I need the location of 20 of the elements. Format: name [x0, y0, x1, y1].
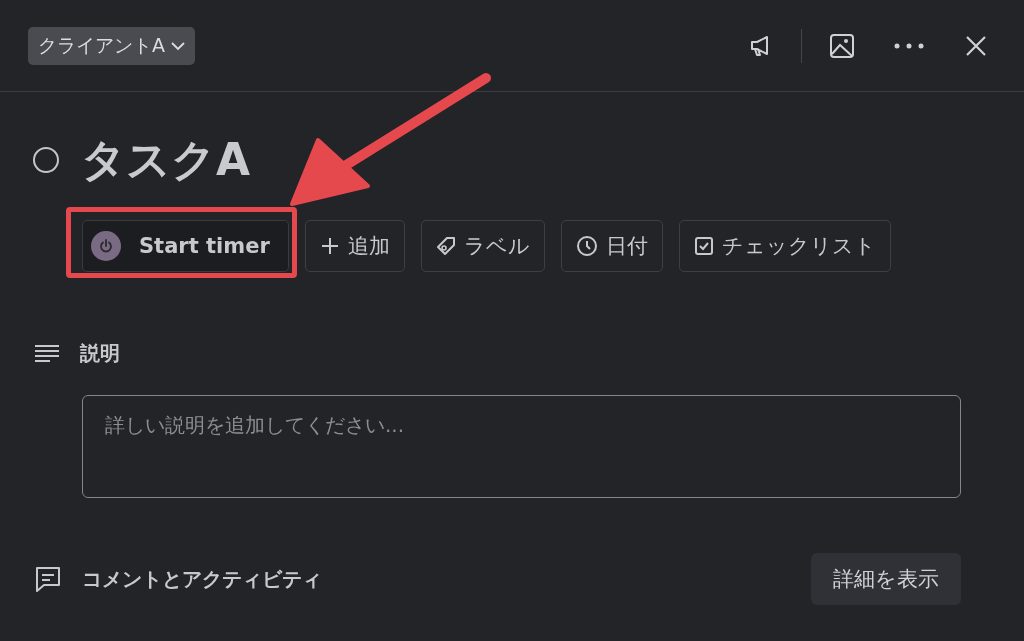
power-icon — [91, 231, 121, 261]
clock-icon — [575, 235, 598, 257]
add-button[interactable]: 追加 — [304, 220, 405, 272]
comment-icon — [34, 565, 62, 593]
checkbox-icon — [693, 236, 714, 256]
label-button[interactable]: ラベル — [420, 220, 545, 272]
text-lines-icon — [34, 343, 60, 364]
checklist-button[interactable]: チェックリスト — [678, 220, 891, 272]
tag-icon — [435, 236, 456, 256]
list-dropdown[interactable]: クライアントA — [28, 26, 195, 65]
task-title: タスクA — [81, 132, 251, 187]
show-details-button[interactable]: 詳細を表示 — [811, 553, 961, 605]
description-field[interactable]: 詳しい説明を追加してください... — [82, 395, 961, 498]
date-button[interactable]: 日付 — [560, 220, 663, 272]
section-heading: コメントとアクティビティ — [82, 565, 322, 593]
plus-icon — [319, 236, 340, 256]
chevron-down-icon — [171, 40, 185, 51]
complete-checkbox[interactable] — [33, 147, 59, 173]
section-heading: 説明 — [80, 340, 120, 367]
timer-button[interactable]: Start timer — [82, 220, 289, 272]
